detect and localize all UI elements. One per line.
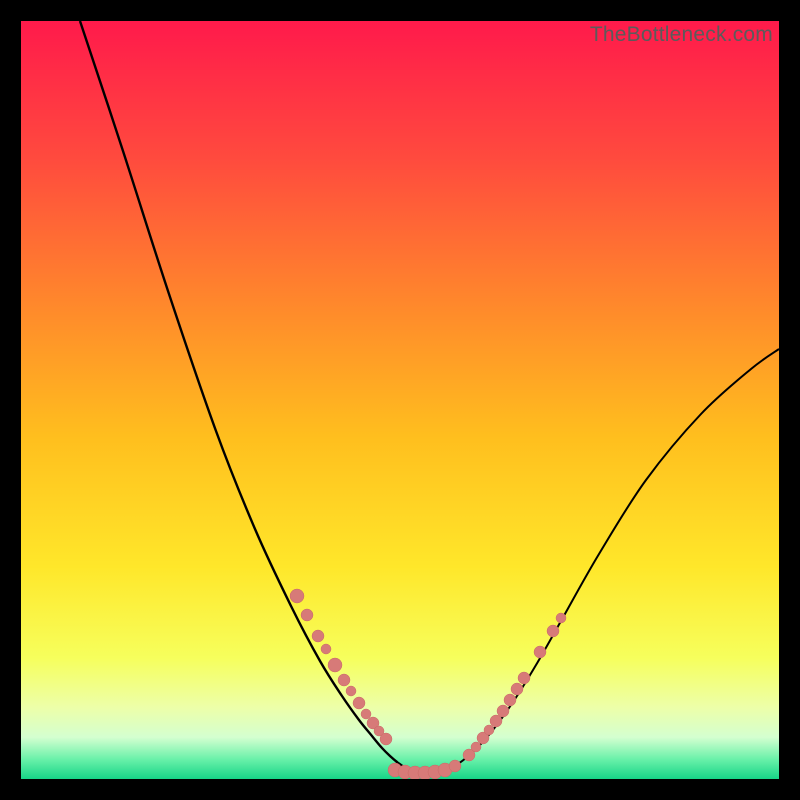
left-marker	[380, 733, 392, 745]
markers-group	[290, 589, 566, 779]
right-marker	[534, 646, 546, 658]
right-marker	[511, 683, 523, 695]
right-curve	[421, 349, 779, 774]
left-curve	[80, 21, 421, 774]
curves-layer	[21, 21, 779, 779]
right-marker	[484, 725, 494, 735]
right-marker	[490, 715, 502, 727]
right-marker	[471, 742, 481, 752]
left-marker	[338, 674, 350, 686]
watermark-text: TheBottleneck.com	[590, 23, 773, 47]
bottom-marker	[449, 760, 461, 772]
left-marker	[353, 697, 365, 709]
right-marker	[497, 705, 509, 717]
left-marker	[361, 709, 371, 719]
chart-frame: TheBottleneck.com	[21, 21, 779, 779]
left-marker	[328, 658, 342, 672]
left-marker	[290, 589, 304, 603]
left-marker	[301, 609, 313, 621]
right-marker	[518, 672, 530, 684]
left-marker	[312, 630, 324, 642]
right-marker	[556, 613, 566, 623]
right-marker	[547, 625, 559, 637]
left-marker	[321, 644, 331, 654]
left-marker	[346, 686, 356, 696]
right-marker	[504, 694, 516, 706]
